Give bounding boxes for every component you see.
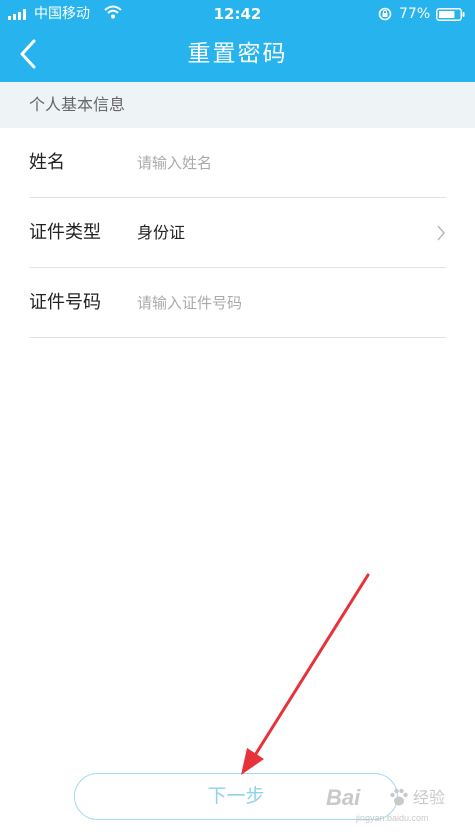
rotation-lock-icon bbox=[378, 7, 392, 21]
section-header: 个人基本信息 bbox=[0, 82, 475, 128]
page-title: 重置密码 bbox=[187, 41, 288, 67]
id-type-value[interactable]: 身份证 bbox=[137, 221, 185, 245]
id-number-input[interactable] bbox=[137, 290, 427, 316]
paw-icon bbox=[390, 788, 408, 806]
status-bar: 中国移动 12:42 77% bbox=[0, 0, 475, 28]
battery-icon bbox=[436, 8, 465, 21]
watermark-sub: 经验 bbox=[413, 790, 446, 807]
section-title: 个人基本信息 bbox=[29, 95, 126, 114]
id-number-label: 证件号码 bbox=[29, 292, 101, 313]
name-label: 姓名 bbox=[29, 152, 65, 173]
nav-bar: 重置密码 bbox=[0, 28, 475, 82]
watermark-logo: Bai bbox=[326, 785, 361, 810]
id-number-row: 证件号码 bbox=[29, 268, 446, 338]
battery-percent: 77% bbox=[399, 6, 431, 22]
name-row: 姓名 bbox=[29, 128, 446, 198]
app-header: 中国移动 12:42 77% 重置密码 bbox=[0, 0, 475, 82]
watermark-url: jingyan.baidu.com bbox=[356, 813, 429, 823]
watermark: Bai 经验 jingyan.baidu.com bbox=[326, 784, 466, 828]
id-type-row[interactable]: 证件类型 身份证 bbox=[29, 198, 446, 268]
id-type-label: 证件类型 bbox=[29, 222, 101, 243]
name-input[interactable] bbox=[137, 150, 427, 176]
chevron-right-icon bbox=[437, 225, 445, 241]
